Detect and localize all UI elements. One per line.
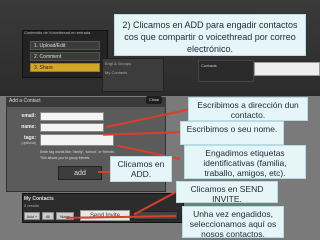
section-title: Contenido de Voicethread en entrada — [24, 30, 91, 35]
select-all-button[interactable]: All — [42, 212, 54, 220]
email-label: email: — [21, 113, 36, 119]
my-contacts-title: My Contacts — [24, 196, 54, 202]
callout-email: Escribimos a dirección dun contacto. — [188, 97, 308, 121]
arrow-add — [98, 171, 110, 173]
name-label: name: — [21, 124, 36, 130]
modal-title: Add a Contact — [9, 98, 41, 104]
callout-send: Clicamos en SEND INVITE. — [176, 181, 278, 204]
groups-box: Engl & Groups My Contacts — [102, 58, 164, 92]
groups-title: Engl & Groups — [105, 61, 132, 66]
callout-add: Clicamos en ADD. — [110, 156, 172, 182]
tags-hint-1: Enter tag words like: 'family', 'school'… — [40, 150, 116, 154]
add-contact-button[interactable]: Add + — [24, 212, 40, 220]
email-field[interactable] — [40, 112, 104, 121]
callout-tags: Engadimos etiquetas identificativas (fam… — [184, 145, 306, 179]
contacts-mini-label: Contacts — [201, 63, 217, 68]
groups-subtitle: My Contacts — [105, 70, 128, 75]
add-button[interactable]: add — [58, 166, 102, 180]
tags-optional: (optional) — [21, 141, 36, 145]
mini-input-strip[interactable] — [254, 62, 320, 76]
close-button[interactable]: Close — [146, 96, 162, 104]
results-count: 0 results — [24, 203, 40, 208]
contacts-mini-panel: Contacts — [198, 60, 254, 82]
step-share[interactable]: 3. Share — [30, 63, 100, 72]
tags-hint-2: This allows you to group friends. — [40, 156, 91, 160]
step-upload[interactable]: 1. Upload/Edit — [30, 41, 100, 50]
name-field[interactable] — [40, 123, 104, 132]
step-comment[interactable]: 2. Comment — [30, 52, 100, 61]
callout-name: Escribimos o seu nome. — [180, 121, 284, 145]
callout-select: Unha vez engadidos, seleccionamos aquí o… — [182, 206, 284, 239]
callout-top: 2) Clicamos en ADD para engadir contacto… — [114, 14, 306, 56]
